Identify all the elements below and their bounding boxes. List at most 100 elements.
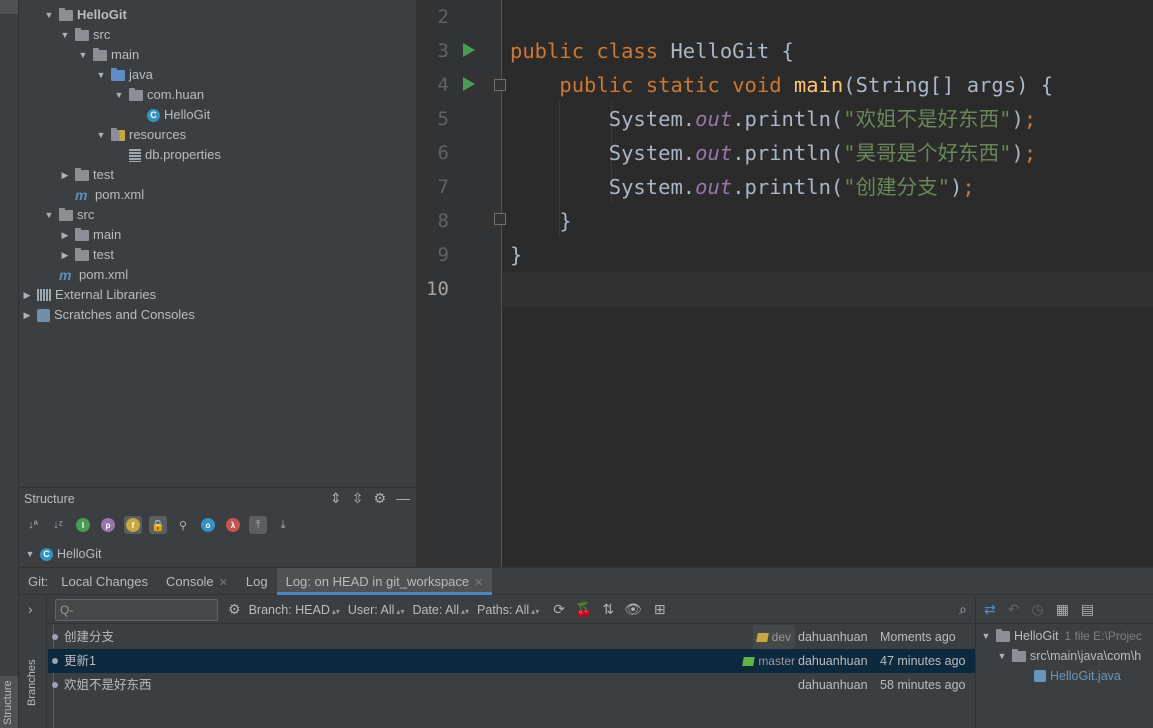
date-filter[interactable]: Date: All ▴▾ [412, 603, 469, 617]
tree-item[interactable]: ▼ com.huan [113, 85, 205, 105]
code-line-4[interactable]: public static void main(String[] args) { [503, 68, 1153, 102]
show-fields-icon[interactable]: f [124, 516, 142, 534]
collapsed-arrow-icon[interactable]: ▶ [21, 305, 33, 325]
tree-item[interactable]: ▶ main [59, 225, 122, 245]
layout-icon[interactable]: ▤ [1081, 601, 1094, 618]
diff-icon[interactable]: ⇄ [984, 601, 996, 618]
code-line-3[interactable]: public class HelloGit { [503, 34, 1153, 68]
collapsed-arrow-icon[interactable]: ▶ [59, 225, 71, 245]
expanded-arrow-icon[interactable]: ▼ [113, 85, 125, 105]
expanded-arrow-icon[interactable]: ▼ [43, 205, 55, 225]
expanded-arrow-icon[interactable]: ▼ [95, 125, 107, 145]
paths-filter[interactable]: Paths: All ▴▾ [477, 603, 539, 617]
commit-row[interactable]: 创建分支 dev dahuanhuan Moments ago [48, 625, 975, 649]
tree-item[interactable]: ▶ External Libraries [21, 285, 157, 305]
close-icon[interactable]: ✕ [219, 577, 228, 589]
new-tab-icon[interactable]: ⊞ [654, 601, 666, 618]
code-line-9[interactable]: } [503, 238, 1153, 272]
run-gutter-icon[interactable] [463, 77, 475, 91]
group-by-icon[interactable]: ▦ [1056, 601, 1069, 618]
commit-row[interactable]: 欢姐不是好东西 dahuanhuan 58 minutes ago [48, 673, 975, 697]
structure-panel: Structure ⇕ ⇳ ⚙ — ↓ª ↓ᶻ I p f 🔒 ⚲ o λ ⤒ … [19, 487, 416, 567]
show-properties-icon[interactable]: p [99, 516, 117, 534]
collapsed-arrow-icon[interactable]: ▶ [59, 165, 71, 185]
history-icon[interactable]: ◷ [1031, 601, 1043, 618]
sort-alpha-icon[interactable]: ↓ᶻ [49, 516, 67, 534]
autoscroll-to-source-icon[interactable]: ⤒ [249, 516, 267, 534]
branch-filter[interactable]: Branch: HEAD ▴▾ [249, 603, 340, 617]
structure-node-hellogit[interactable]: ▼ C HelloGit [24, 544, 102, 564]
revert-icon[interactable]: ↶ [1008, 601, 1020, 618]
run-gutter-icon[interactable] [463, 43, 475, 57]
sort-visibility-icon[interactable]: ↓ª [24, 516, 42, 534]
show-inherited-icon[interactable]: I [74, 516, 92, 534]
tab-log-head[interactable]: Log: on HEAD in git_workspace ✕ [276, 567, 493, 595]
tree-item[interactable]: ▼ java [95, 65, 153, 85]
minimize-icon[interactable]: — [396, 490, 410, 507]
search-icon[interactable]: ⌕ [959, 601, 967, 618]
eye-icon[interactable]: 👁 [624, 601, 642, 618]
code-area[interactable]: public class HelloGit { public static vo… [503, 0, 1153, 567]
tree-item[interactable]: m pom.xml [59, 185, 144, 205]
tree-item[interactable]: ▶ Scratches and Consoles [21, 305, 195, 325]
refresh-icon[interactable]: ⟳ [553, 601, 565, 618]
expand-arrow-icon[interactable]: ▼ [24, 544, 36, 564]
branches-toggle[interactable]: Branches [26, 660, 38, 706]
code-line-10[interactable] [503, 272, 1153, 306]
tree-item[interactable]: m pom.xml [43, 265, 128, 285]
gear-icon[interactable]: ⚙ [228, 601, 241, 618]
expand-arrow-icon[interactable]: ▼ [980, 626, 992, 646]
cherry-pick-icon[interactable]: 🍒 [575, 601, 592, 618]
close-icon[interactable]: ✕ [474, 577, 483, 589]
gear-icon[interactable]: ⚙ [373, 490, 386, 507]
tab-log[interactable]: Log [237, 568, 277, 595]
show-lambdas-icon[interactable]: λ [224, 516, 242, 534]
code-line-6[interactable]: System.out.println("昊哥是个好东西"); [503, 136, 1153, 170]
changes-file-node[interactable]: HelloGit.java [1034, 666, 1121, 686]
chevron-right-icon[interactable]: › [28, 601, 33, 617]
show-non-public-icon[interactable]: 🔒 [149, 516, 167, 534]
changes-dir-node[interactable]: ▼ src\main\java\com\h [996, 646, 1141, 666]
tree-item[interactable]: ▼ HelloGit [43, 5, 127, 25]
collapsed-arrow-icon[interactable]: ▶ [21, 285, 33, 305]
structure-tool-label[interactable]: Structure [2, 680, 14, 725]
commit-row[interactable]: 更新1 master dahuanhuan 47 minutes ago [48, 649, 975, 673]
show-hierarchy-icon[interactable]: ⚲ [174, 516, 192, 534]
expanded-arrow-icon[interactable]: ▼ [95, 65, 107, 85]
line-number: 7 [437, 176, 449, 198]
show-anonymous-icon[interactable]: o [199, 516, 217, 534]
tree-item[interactable]: C HelloGit [131, 105, 210, 125]
tree-item[interactable]: ▶ test [59, 245, 114, 265]
code-line-8[interactable]: } [503, 204, 1153, 238]
autoscroll-from-source-icon[interactable]: ⤓ [274, 516, 292, 534]
line-number: 3 [437, 40, 449, 62]
tree-item[interactable]: db.properties [113, 145, 221, 165]
project-tool-tab[interactable] [0, 0, 18, 14]
expanded-arrow-icon[interactable]: ▼ [59, 25, 71, 45]
tree-item[interactable]: ▼ main [77, 45, 140, 65]
user-filter[interactable]: User: All ▴▾ [348, 603, 405, 617]
collapse-all-icon[interactable]: ⇳ [352, 490, 364, 507]
tab-console[interactable]: Console ✕ [157, 568, 237, 595]
code-line-7[interactable]: System.out.println("创建分支"); [503, 170, 1153, 204]
code-line-5[interactable]: System.out.println("欢姐不是好东西"); [503, 102, 1153, 136]
code-editor[interactable]: 2 3 4 5 6 7 8 9 10 public class HelloGit { publi… [416, 0, 1153, 567]
tab-label: Console [165, 573, 214, 589]
tree-item[interactable]: ▼ src [59, 25, 111, 45]
expanded-arrow-icon[interactable]: ▼ [43, 5, 55, 25]
expand-arrow-icon[interactable]: ▼ [996, 646, 1008, 666]
changed-files-panel: ⇄ ↶ ◷ ▦ ▤ ▼ HelloGit 1 file E:\Projec ▼ … [975, 596, 1153, 728]
expanded-arrow-icon[interactable]: ▼ [77, 45, 89, 65]
tree-item[interactable]: ▶ test [59, 165, 114, 185]
expand-all-icon[interactable]: ⇕ [330, 490, 342, 507]
tree-item[interactable]: ▼ resources [95, 125, 187, 145]
tab-local-changes[interactable]: Local Changes [52, 568, 157, 595]
code-line-2[interactable] [503, 0, 1153, 34]
git-tab-bar: Git: Local Changes Console ✕ Log Log: on … [19, 567, 1153, 595]
log-search-input[interactable]: Q- [55, 598, 218, 621]
changes-root-node[interactable]: ▼ HelloGit 1 file E:\Projec [980, 626, 1142, 646]
collapsed-arrow-icon[interactable]: ▶ [59, 245, 71, 265]
sort-arrows-icon[interactable]: ⇅ [602, 601, 614, 618]
resources-folder-icon [111, 127, 125, 141]
tree-item[interactable]: ▼ src [43, 205, 95, 225]
